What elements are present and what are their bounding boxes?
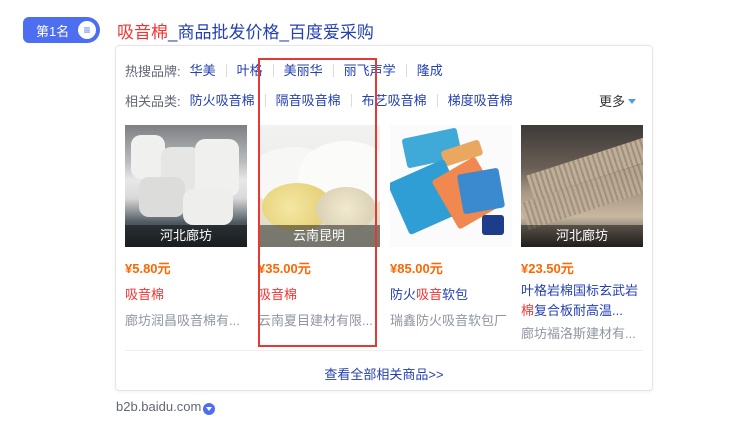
rank-badge: 第1名 ≡ bbox=[23, 17, 100, 43]
brand-option[interactable]: 隆成 bbox=[405, 64, 453, 77]
hot-brands-label: 热搜品牌: bbox=[125, 64, 181, 79]
more-button[interactable]: 更多 bbox=[599, 91, 636, 110]
product-location: 河北廊坊 bbox=[521, 225, 643, 247]
product-name[interactable]: 叶格岩棉国标玄武岩 棉复合板耐高温... bbox=[521, 281, 643, 321]
title-rest: _商品批发价格_百度爱采购 bbox=[168, 23, 374, 42]
product-image[interactable]: 河北廊坊 bbox=[125, 125, 247, 247]
divider bbox=[125, 350, 643, 351]
brand-option[interactable]: 华美 bbox=[190, 64, 226, 77]
result-title-link[interactable]: 吸音棉_商品批发价格_百度爱采购 bbox=[117, 18, 374, 43]
related-categories-label: 相关品类: bbox=[125, 94, 181, 109]
chevron-down-icon[interactable] bbox=[203, 402, 216, 415]
product-name[interactable]: 吸音棉 bbox=[125, 284, 247, 303]
annotation-highlight-box bbox=[258, 58, 377, 347]
title-keyword: 吸音棉 bbox=[117, 23, 168, 42]
product-price: ¥23.50元 bbox=[521, 261, 574, 276]
category-option[interactable]: 梯度吸音棉 bbox=[436, 94, 523, 107]
product-seller[interactable]: 瑞鑫防火吸音软包厂 bbox=[390, 310, 512, 329]
source-url[interactable]: b2b.baidu.com bbox=[116, 399, 216, 415]
product-price: ¥5.80元 bbox=[125, 261, 171, 276]
product-item[interactable]: 河北廊坊 ¥23.50元 叶格岩棉国标玄武岩 棉复合板耐高温... 廊坊福洛斯建材… bbox=[521, 125, 643, 342]
more-label: 更多 bbox=[598, 94, 625, 109]
view-all-products-link[interactable]: 查看全部相关商品>> bbox=[116, 364, 652, 383]
product-seller[interactable]: 廊坊润昌吸音棉有... bbox=[125, 310, 247, 329]
product-seller[interactable]: 廊坊福洛斯建材有... bbox=[521, 323, 643, 342]
product-price: ¥85.00元 bbox=[390, 261, 443, 276]
product-item[interactable]: ¥85.00元 防火吸音软包 瑞鑫防火吸音软包厂 bbox=[390, 125, 512, 329]
product-card: 热搜品牌: 华美 叶格 美丽华 丽飞声学 隆成 相关品类: 防火吸音棉 隔音吸音… bbox=[115, 45, 653, 391]
product-image[interactable] bbox=[390, 125, 512, 247]
product-item[interactable]: 河北廊坊 ¥5.80元 吸音棉 廊坊润昌吸音棉有... bbox=[125, 125, 247, 329]
source-domain: b2b.baidu.com bbox=[116, 399, 202, 414]
product-list: 河北廊坊 ¥5.80元 吸音棉 廊坊润昌吸音棉有... 云南昆明 ¥35.00元… bbox=[125, 125, 645, 345]
product-name[interactable]: 防火吸音软包 bbox=[390, 284, 512, 303]
rank-label: 第1名 bbox=[36, 23, 70, 39]
product-image[interactable]: 河北廊坊 bbox=[521, 125, 643, 247]
category-option[interactable]: 防火吸音棉 bbox=[190, 94, 265, 107]
product-location: 河北廊坊 bbox=[125, 225, 247, 247]
rank-info-icon[interactable]: ≡ bbox=[78, 21, 96, 39]
chevron-down-icon bbox=[628, 99, 636, 104]
